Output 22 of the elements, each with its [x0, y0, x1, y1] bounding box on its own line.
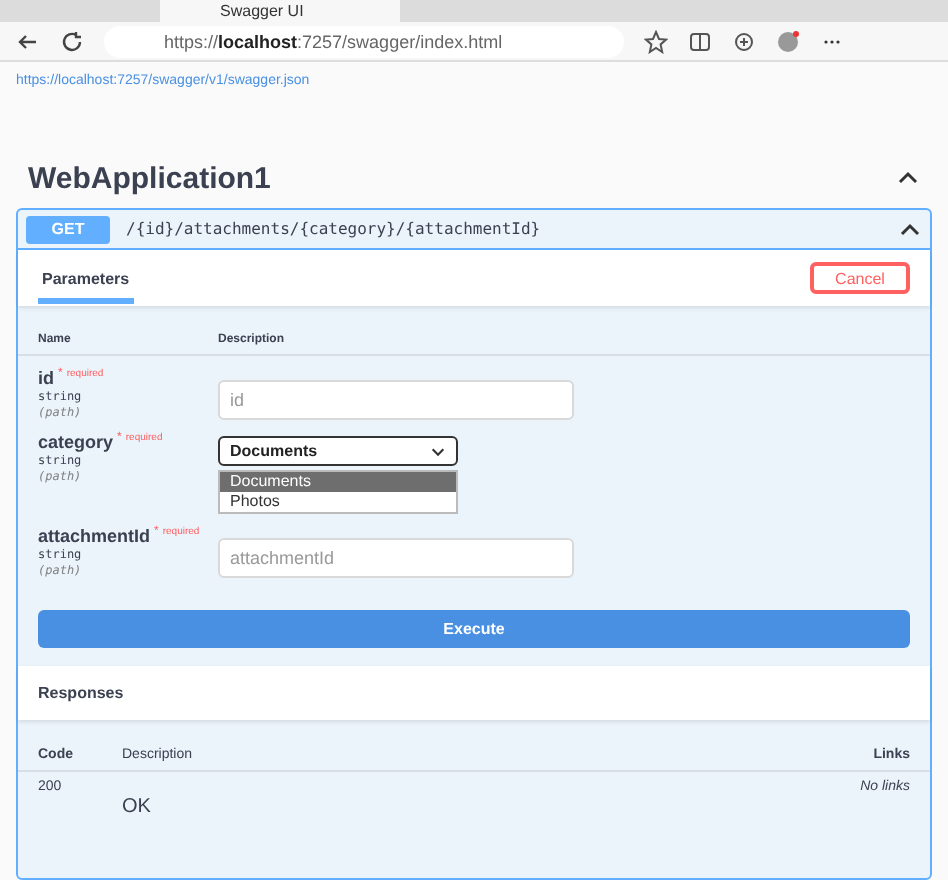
split-screen-icon[interactable] — [688, 29, 712, 53]
star-icon[interactable] — [644, 29, 668, 53]
response-description: OK — [122, 796, 151, 818]
parameter-name: attachmentId — [38, 526, 151, 546]
chevron-icon — [430, 443, 446, 459]
avatar-icon[interactable] — [776, 29, 800, 53]
collections-icon[interactable] — [732, 29, 756, 53]
refresh-icon[interactable] — [60, 29, 84, 53]
endpoint-path[interactable]: /{id}/attachments/{category}/{attachmentId} — [126, 220, 882, 238]
input-field[interactable]: attachmentId — [218, 538, 574, 578]
parameter-name: id — [38, 368, 54, 388]
category-select[interactable]: Documents — [218, 436, 458, 466]
section-title: WebApplication1 — [28, 161, 271, 195]
address-bar[interactable]: https://localhost:7257/swagger/index.html — [104, 25, 624, 57]
parameter-name: category — [38, 432, 114, 452]
method-badge: GET — [26, 215, 110, 243]
parameters-tab[interactable]: Parameters — [38, 253, 134, 303]
input-field[interactable]: id — [218, 380, 574, 420]
dropdown-option[interactable]: Documents — [220, 472, 456, 492]
browser-tab[interactable]: Swagger UI — [160, 0, 400, 22]
back-icon[interactable] — [16, 29, 40, 53]
responses-title: Responses — [38, 684, 124, 702]
